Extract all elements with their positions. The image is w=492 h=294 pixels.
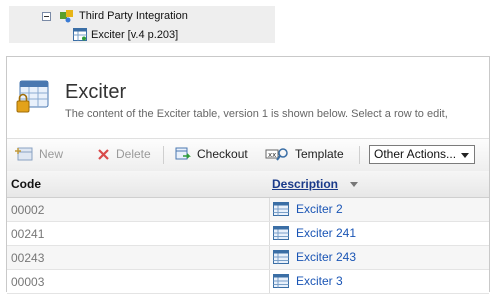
table-icon xyxy=(73,28,87,41)
checkout-icon xyxy=(175,147,191,160)
description-text: Exciter 2 xyxy=(296,202,343,216)
table-header-row: Code Description xyxy=(7,171,489,198)
description-text: Exciter 241 xyxy=(296,226,357,240)
sort-descending-icon[interactable] xyxy=(350,181,359,187)
new-button-label: New xyxy=(39,147,64,161)
exciter-panel: Exciter The content of the Exciter table… xyxy=(6,56,490,294)
checkout-button-label: Checkout xyxy=(197,147,248,161)
record-icon xyxy=(273,250,289,264)
delete-button[interactable]: Delete xyxy=(97,147,151,161)
page-title: Exciter xyxy=(65,81,127,103)
svg-text:xx: xx xyxy=(268,151,276,159)
description-text: Exciter 243 xyxy=(296,250,357,264)
checkout-button[interactable]: Checkout xyxy=(175,147,248,161)
delete-button-label: Delete xyxy=(116,147,151,161)
toolbar-divider xyxy=(163,146,164,164)
description-link[interactable]: Exciter 243 xyxy=(273,250,356,264)
column-header-code[interactable]: Code xyxy=(11,177,41,191)
exciter-table: Code Description 00002 Exciter 2 00241 E… xyxy=(7,171,489,294)
table-body: 00002 Exciter 2 00241 Exciter 241 00243 … xyxy=(7,198,489,294)
record-icon xyxy=(273,274,289,288)
column-divider xyxy=(269,198,270,221)
panel-header: Exciter The content of the Exciter table… xyxy=(7,57,489,133)
template-button[interactable]: xx Template xyxy=(265,147,344,161)
description-link[interactable]: Exciter 2 xyxy=(273,202,343,216)
record-icon xyxy=(273,202,289,216)
dropdown-arrow-icon xyxy=(461,153,469,158)
other-actions-dropdown[interactable]: Other Actions... xyxy=(369,145,475,164)
table-row[interactable]: 00002 Exciter 2 xyxy=(7,198,489,222)
table-row[interactable]: 00243 Exciter 243 xyxy=(7,246,489,270)
delete-x-icon xyxy=(98,148,109,160)
code-cell: 00002 xyxy=(11,203,45,217)
template-button-label: Template xyxy=(295,147,344,161)
table-row[interactable]: 00241 Exciter 241 xyxy=(7,222,489,246)
description-link[interactable]: Exciter 241 xyxy=(273,226,356,240)
record-icon xyxy=(273,226,289,240)
new-record-icon xyxy=(15,147,33,161)
toolbar-divider xyxy=(359,146,360,164)
code-cell: 00003 xyxy=(11,275,45,289)
template-icon: xx xyxy=(265,148,288,161)
code-cell: 00243 xyxy=(11,251,45,265)
toolbar: New Delete Checkout xx Template Other Ac… xyxy=(7,138,489,172)
other-actions-value: Other Actions... xyxy=(374,147,457,161)
tree-item-label: Third Party Integration xyxy=(79,10,188,22)
locked-table-icon xyxy=(16,80,49,113)
table-row[interactable]: 00003 Exciter 3 xyxy=(7,270,489,294)
column-divider xyxy=(269,246,270,269)
collapse-toggle-icon[interactable] xyxy=(42,11,51,21)
column-divider xyxy=(269,270,270,293)
column-divider xyxy=(269,222,270,245)
tree-item-exciter[interactable]: Exciter [v.4 p.203] xyxy=(73,28,178,41)
description-link[interactable]: Exciter 3 xyxy=(273,274,343,288)
puzzle-icon xyxy=(60,10,73,23)
new-button[interactable]: New xyxy=(15,147,63,161)
navigation-tree: Third Party Integration Exciter [v.4 p.2… xyxy=(9,6,275,43)
column-header-label: Description xyxy=(272,177,339,191)
page-description: The content of the Exciter table, versio… xyxy=(65,108,448,120)
code-cell: 00241 xyxy=(11,227,45,241)
column-header-description[interactable]: Description xyxy=(272,177,359,191)
description-text: Exciter 3 xyxy=(296,274,343,288)
tree-item-label: Exciter [v.4 p.203] xyxy=(91,28,179,41)
tree-item-third-party-integration[interactable]: Third Party Integration xyxy=(42,9,188,23)
